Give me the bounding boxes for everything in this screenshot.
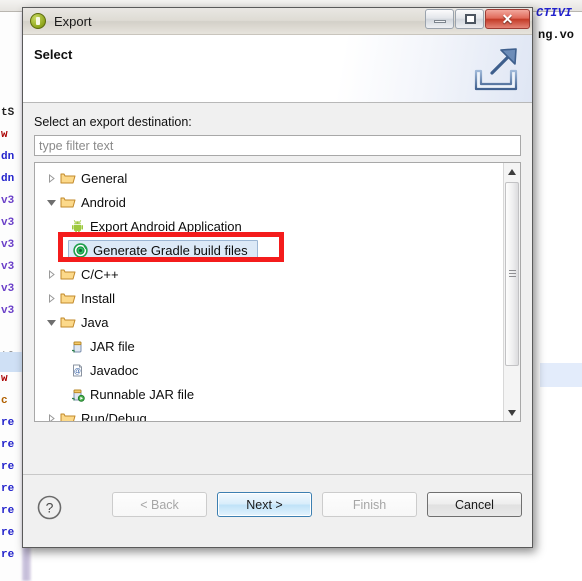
screen: public void onCreate(Bundle savedInstanc… bbox=[0, 0, 582, 581]
close-button[interactable]: ✕ bbox=[485, 9, 530, 29]
export-arrow-icon bbox=[468, 43, 524, 99]
scroll-up-icon[interactable] bbox=[504, 163, 520, 180]
editor-selection-band bbox=[0, 352, 22, 372]
chevron-down-icon[interactable] bbox=[43, 318, 59, 327]
help-button[interactable]: ? bbox=[37, 495, 62, 520]
minimize-icon bbox=[434, 20, 446, 23]
maximize-button[interactable] bbox=[455, 9, 484, 29]
tree-item-export-android-application[interactable]: Export Android Application bbox=[35, 214, 503, 238]
tree-item-label: C/C++ bbox=[81, 266, 119, 282]
tree-item-label: Java bbox=[81, 314, 109, 330]
finish-button[interactable]: Finish bbox=[322, 492, 417, 517]
editor-selection-band-right bbox=[540, 363, 582, 387]
android-icon bbox=[68, 219, 86, 234]
tree-item-label: JAR file bbox=[90, 338, 135, 354]
runnable-jar-icon bbox=[68, 387, 86, 402]
svg-text:?: ? bbox=[46, 500, 54, 516]
tree-item-label: Install bbox=[81, 290, 115, 306]
scrollbar-grip-icon bbox=[509, 270, 516, 278]
back-button[interactable]: < Back bbox=[112, 492, 207, 517]
tree-item-label: General bbox=[81, 170, 128, 186]
next-button[interactable]: Next > bbox=[217, 492, 312, 517]
tree-item-label: Runnable JAR file bbox=[90, 386, 195, 402]
cancel-button[interactable]: Cancel bbox=[427, 492, 522, 517]
tree-item-runnable-jar-file[interactable]: Runnable JAR file bbox=[35, 382, 503, 406]
chevron-right-icon[interactable] bbox=[43, 293, 59, 303]
restore-icon bbox=[465, 14, 476, 24]
dialog-title: Export bbox=[54, 13, 92, 29]
chevron-right-icon[interactable] bbox=[43, 413, 59, 421]
destination-label: Select an export destination: bbox=[34, 115, 192, 129]
filter-input[interactable] bbox=[34, 135, 521, 156]
folder-icon bbox=[59, 267, 77, 281]
tree-item-label: Run/Debug bbox=[81, 410, 147, 422]
chevron-right-icon[interactable] bbox=[43, 173, 59, 183]
tree-item-selection: Generate Gradle build files bbox=[68, 240, 258, 260]
folder-icon bbox=[59, 171, 77, 185]
tree-item-generate-gradle-build-files[interactable]: Generate Gradle build files bbox=[35, 238, 503, 262]
tree-item-java[interactable]: Java bbox=[35, 310, 503, 334]
folder-icon bbox=[59, 195, 77, 209]
tree-item-javadoc[interactable]: @ Javadoc bbox=[35, 358, 503, 382]
svg-text:@: @ bbox=[73, 368, 80, 375]
tree-item-android[interactable]: Android bbox=[35, 190, 503, 214]
tree-item-label: Android bbox=[81, 194, 126, 210]
editor-code-right-2: ng.vo bbox=[538, 28, 575, 42]
dialog-body: Select an export destination: General bbox=[23, 103, 532, 474]
chevron-right-icon[interactable] bbox=[43, 269, 59, 279]
page-title: Select bbox=[34, 47, 73, 62]
tree-item-label: Javadoc bbox=[90, 362, 139, 378]
tree-item-c-cpp[interactable]: C/C++ bbox=[35, 262, 503, 286]
export-dialog: Export ✕ Select Select an export destina… bbox=[22, 7, 533, 548]
folder-icon bbox=[59, 315, 77, 329]
window-controls: ✕ bbox=[425, 9, 530, 29]
folder-icon bbox=[59, 291, 77, 305]
minimize-button[interactable] bbox=[425, 9, 454, 29]
editor-code-right-1: CTIVI bbox=[536, 6, 573, 20]
export-destination-tree[interactable]: General Android Export Android Applicati… bbox=[34, 162, 521, 422]
scroll-down-icon[interactable] bbox=[504, 404, 520, 421]
scrollbar-thumb[interactable] bbox=[505, 182, 519, 366]
tree-vertical-scrollbar[interactable] bbox=[503, 163, 520, 421]
tree-rows-container: General Android Export Android Applicati… bbox=[35, 163, 503, 421]
tree-item-run-debug[interactable]: Run/Debug bbox=[35, 406, 503, 421]
tree-item-install[interactable]: Install bbox=[35, 286, 503, 310]
tree-item-jar-file[interactable]: JAR file bbox=[35, 334, 503, 358]
dialog-titlebar[interactable]: Export ✕ bbox=[23, 8, 532, 35]
dialog-header: Select bbox=[23, 35, 532, 103]
chevron-down-icon[interactable] bbox=[43, 198, 59, 207]
gradle-icon bbox=[71, 242, 89, 258]
javadoc-icon: @ bbox=[68, 363, 86, 378]
close-icon: ✕ bbox=[501, 10, 514, 27]
tree-item-label: Export Android Application bbox=[90, 218, 242, 234]
dialog-button-row: < Back Next > Finish Cancel bbox=[112, 492, 522, 517]
jar-icon bbox=[68, 339, 86, 354]
folder-icon bbox=[59, 411, 77, 421]
tree-item-label: Generate Gradle build files bbox=[93, 242, 248, 258]
eclipse-icon bbox=[30, 13, 46, 29]
dialog-footer: ? < Back Next > Finish Cancel bbox=[23, 474, 532, 547]
tree-item-general[interactable]: General bbox=[35, 166, 503, 190]
